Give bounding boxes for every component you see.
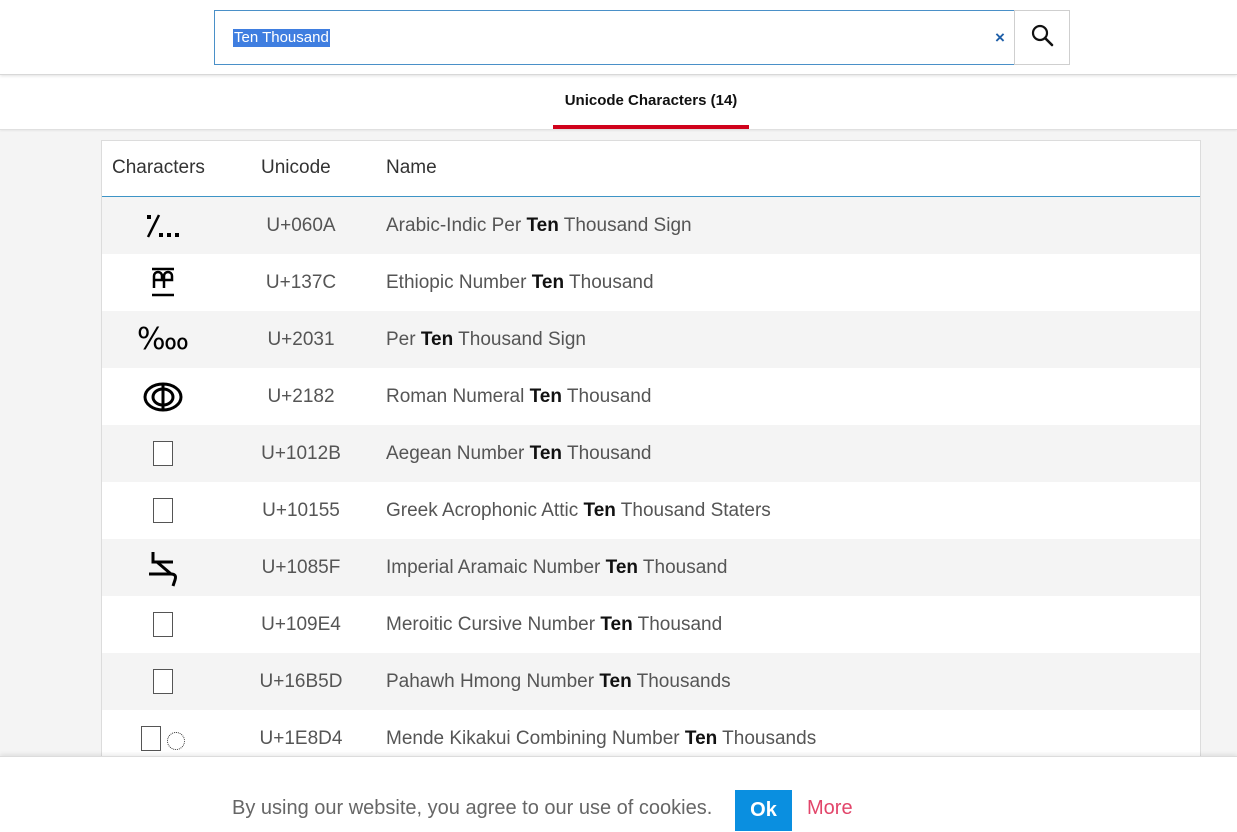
- name-prefix: Meroitic Cursive Number: [386, 614, 601, 635]
- missing-glyph-box-icon: [153, 669, 173, 694]
- unicode-code: U+1085F: [261, 557, 341, 578]
- name-prefix: Roman Numeral: [386, 386, 530, 407]
- character-name-link[interactable]: Pahawh Hmong Number Ten Thousands: [386, 653, 731, 710]
- combining-glyph: [141, 726, 185, 751]
- name-highlight: Ten: [420, 329, 454, 350]
- tab-bar: Unicode Characters (14): [0, 75, 1237, 130]
- character-glyph[interactable]: [102, 368, 224, 425]
- character-glyph[interactable]: [102, 539, 224, 596]
- missing-glyph-box-icon: [153, 441, 173, 466]
- clear-search-button[interactable]: ×: [990, 28, 1010, 48]
- name-suffix: Thousand: [562, 443, 652, 464]
- name-suffix: Thousand: [632, 614, 723, 635]
- name-highlight: Ten: [529, 386, 562, 407]
- column-header-unicode: Unicode: [261, 157, 331, 178]
- cookie-more-link[interactable]: More: [807, 797, 853, 820]
- unicode-code: U+109E4: [261, 614, 341, 635]
- unicode-code: U+2182: [267, 386, 335, 407]
- dotted-circle-icon: [167, 731, 185, 750]
- header: Ten Thousand ×: [0, 0, 1237, 75]
- name-highlight: Ten: [529, 443, 563, 464]
- missing-glyph-box-icon: [153, 612, 173, 637]
- name-prefix: Mende Kikakui Combining Number: [386, 728, 685, 749]
- per-ten-thousand-glyph: ‱: [136, 322, 190, 357]
- cookie-message: By using our website, you agree to our u…: [232, 797, 713, 819]
- name-suffix: Thousands: [631, 671, 731, 692]
- character-glyph[interactable]: [102, 596, 224, 653]
- character-name-link[interactable]: Per Ten Thousand Sign: [386, 311, 586, 368]
- table-row[interactable]: U+060A Arabic-Indic Per Ten Thousand Sig…: [102, 197, 1200, 254]
- name-prefix: Greek Acrophonic Attic: [386, 500, 584, 521]
- name-suffix: Thousand: [638, 557, 728, 578]
- name-suffix: Thousands: [717, 728, 817, 749]
- name-highlight: Ten: [526, 215, 559, 236]
- character-name-link[interactable]: Roman Numeral Ten Thousand: [386, 368, 651, 425]
- character-name-link[interactable]: Aegean Number Ten Thousand: [386, 425, 651, 482]
- name-highlight: Ten: [599, 671, 632, 692]
- unicode-code: U+2031: [267, 329, 335, 350]
- name-highlight: Ten: [684, 728, 718, 749]
- character-name-link[interactable]: Imperial Aramaic Number Ten Thousand: [386, 539, 727, 596]
- name-suffix: Thousand: [564, 272, 654, 293]
- name-prefix: Arabic-Indic Per: [386, 215, 527, 236]
- unicode-code: U+10155: [262, 500, 340, 521]
- search-button[interactable]: [1014, 10, 1070, 65]
- name-prefix: Imperial Aramaic Number: [386, 557, 606, 578]
- name-prefix: Per: [386, 329, 421, 350]
- table-header: Characters Unicode Name: [102, 141, 1200, 197]
- name-suffix: Thousand Staters: [615, 500, 771, 521]
- name-suffix: Thousand Sign: [453, 329, 586, 350]
- results-table: Characters Unicode Name U+060A Arabic-In…: [101, 140, 1201, 832]
- name-suffix: Thousand Sign: [558, 215, 692, 236]
- name-prefix: Ethiopic Number: [386, 272, 532, 293]
- table-row[interactable]: U+1085F Imperial Aramaic Number Ten Thou…: [102, 539, 1200, 596]
- table-row[interactable]: ‱ U+2031 Per Ten Thousand Sign: [102, 311, 1200, 368]
- arabic-per-ten-thousand-glyph: [143, 211, 183, 241]
- search-input-value[interactable]: Ten Thousand: [233, 29, 330, 47]
- table-row[interactable]: U+16B5D Pahawh Hmong Number Ten Thousand…: [102, 653, 1200, 710]
- character-name-link[interactable]: Greek Acrophonic Attic Ten Thousand Stat…: [386, 482, 771, 539]
- missing-glyph-box-icon: [141, 726, 161, 751]
- column-header-characters: Characters: [112, 157, 205, 178]
- name-highlight: Ten: [583, 500, 616, 521]
- character-glyph[interactable]: [102, 425, 224, 482]
- search-input[interactable]: Ten Thousand ×: [214, 10, 1015, 65]
- ethiopic-ten-thousand-glyph: [146, 266, 180, 300]
- character-name-link[interactable]: Meroitic Cursive Number Ten Thousand: [386, 596, 722, 653]
- character-glyph[interactable]: [102, 254, 224, 311]
- roman-ten-thousand-glyph: [142, 381, 184, 413]
- character-glyph[interactable]: [102, 653, 224, 710]
- name-prefix: Pahawh Hmong Number: [386, 671, 600, 692]
- name-prefix: Aegean Number: [386, 443, 530, 464]
- column-header-name: Name: [386, 157, 437, 178]
- table-row[interactable]: U+2182 Roman Numeral Ten Thousand: [102, 368, 1200, 425]
- character-glyph[interactable]: [102, 482, 224, 539]
- table-row[interactable]: U+137C Ethiopic Number Ten Thousand: [102, 254, 1200, 311]
- tab-unicode-characters[interactable]: Unicode Characters (14): [553, 75, 749, 129]
- unicode-code: U+060A: [266, 215, 336, 236]
- name-highlight: Ten: [605, 557, 638, 578]
- character-glyph[interactable]: ‱: [102, 311, 224, 368]
- character-glyph[interactable]: [102, 197, 224, 254]
- imperial-aramaic-ten-thousand-glyph: [143, 548, 183, 588]
- name-suffix: Thousand: [561, 386, 652, 407]
- character-name-link[interactable]: Ethiopic Number Ten Thousand: [386, 254, 654, 311]
- unicode-code: U+137C: [265, 272, 337, 293]
- character-name-link[interactable]: Arabic-Indic Per Ten Thousand Sign: [386, 197, 692, 254]
- table-row[interactable]: U+10155 Greek Acrophonic Attic Ten Thous…: [102, 482, 1200, 539]
- missing-glyph-box-icon: [153, 498, 173, 523]
- unicode-code: U+16B5D: [259, 671, 343, 692]
- table-row[interactable]: U+109E4 Meroitic Cursive Number Ten Thou…: [102, 596, 1200, 653]
- name-highlight: Ten: [600, 614, 633, 635]
- name-highlight: Ten: [531, 272, 565, 293]
- cookie-banner: By using our website, you agree to our u…: [0, 756, 1237, 832]
- search-icon: [1030, 23, 1054, 52]
- unicode-code: U+1012B: [261, 443, 341, 464]
- table-row[interactable]: U+1012B Aegean Number Ten Thousand: [102, 425, 1200, 482]
- cookie-ok-button[interactable]: Ok: [735, 790, 792, 831]
